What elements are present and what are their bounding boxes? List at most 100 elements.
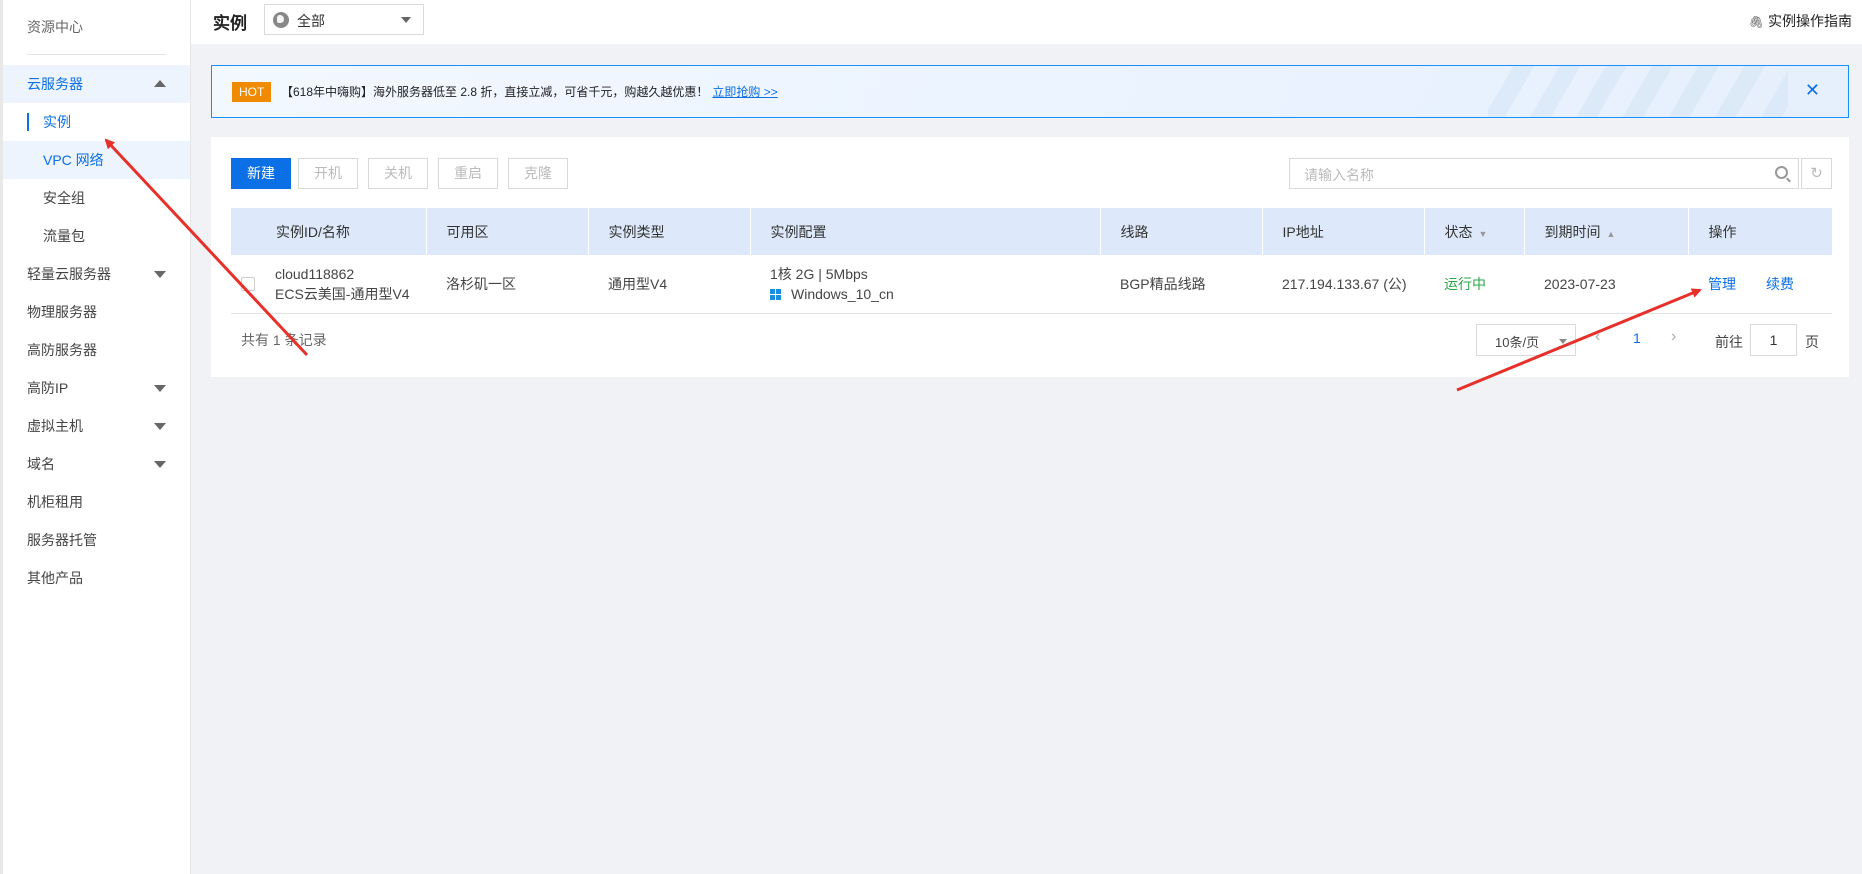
- sidebar: 资源中心 云服务器 实例 VPC 网络 安全组 流量包 轻量云服务器 物理服务器…: [0, 0, 191, 874]
- chevron-up-icon: [154, 80, 166, 87]
- sidebar-header[interactable]: 资源中心: [3, 0, 190, 54]
- manage-link[interactable]: 管理: [1708, 276, 1736, 292]
- restart-button[interactable]: 重启: [438, 158, 498, 189]
- sidebar-item-label: 流量包: [43, 228, 85, 244]
- prev-page-icon[interactable]: ‹: [1595, 328, 1600, 346]
- sidebar-item-server-hosting[interactable]: 服务器托管: [3, 521, 190, 559]
- goto-suffix: 页: [1805, 334, 1819, 350]
- chevron-down-icon: [1559, 339, 1567, 344]
- close-icon[interactable]: ✕: [1805, 80, 1820, 100]
- column-header: 实例类型: [588, 208, 751, 255]
- sidebar-item-vpc[interactable]: VPC 网络: [3, 141, 190, 179]
- instance-id: cloud118862: [275, 265, 355, 282]
- sidebar-item-label: 实例: [43, 114, 71, 130]
- sidebar-item-label: 安全组: [43, 190, 85, 206]
- sidebar-item-label: 机柜租用: [27, 494, 83, 510]
- filter-caret-icon[interactable]: ▼: [1479, 229, 1488, 239]
- refresh-button[interactable]: ↻: [1801, 158, 1832, 189]
- promo-link[interactable]: 立即抢购 >>: [712, 85, 777, 99]
- instance-name: ECS云美国-通用型V4: [275, 285, 410, 302]
- sidebar-item-traffic-package[interactable]: 流量包: [3, 217, 190, 255]
- column-header: 操作: [1708, 223, 1737, 240]
- chevron-down-icon: [154, 385, 166, 392]
- sidebar-item-cabinet-rental[interactable]: 机柜租用: [3, 483, 190, 521]
- sidebar-item-label: 服务器托管: [27, 532, 97, 548]
- page-size-value: 10条/页: [1495, 335, 1540, 350]
- chevron-down-icon: [154, 271, 166, 278]
- renew-link[interactable]: 续费: [1766, 276, 1794, 292]
- goto-label: 前往: [1715, 334, 1743, 350]
- sidebar-item-ddos-server[interactable]: 高防服务器: [3, 331, 190, 369]
- promo-banner: HOT 【618年中嗨购】海外服务器低至 2.8 折，直接立减，可省千元，购越久…: [211, 65, 1849, 118]
- chevron-down-icon: [154, 423, 166, 430]
- refresh-icon: ↻: [1810, 165, 1823, 182]
- sidebar-item-label: 域名: [27, 456, 55, 472]
- sidebar-item-label: 其他产品: [27, 570, 83, 586]
- search-placeholder: 请输入名称: [1304, 167, 1374, 183]
- sidebar-item-label: 物理服务器: [27, 304, 97, 320]
- status-badge: 运行中: [1444, 275, 1486, 292]
- promo-decoration: [1488, 66, 1788, 117]
- page-title: 实例: [213, 14, 247, 33]
- sidebar-item-physical-server[interactable]: 物理服务器: [3, 293, 190, 331]
- table-row: cloud118862 ECS云美国-通用型V4 洛杉矶一区 通用型V4 1核 …: [231, 255, 1832, 313]
- chevron-down-icon: [401, 17, 411, 23]
- stop-button[interactable]: 关机: [368, 158, 428, 189]
- sidebar-item-label: 云服务器: [27, 76, 83, 92]
- column-header-label: 到期时间: [1544, 223, 1601, 240]
- sidebar-item-label: 轻量云服务器: [27, 266, 111, 282]
- clone-button[interactable]: 克隆: [508, 158, 568, 189]
- instance-ip: 217.194.133.67 (公): [1282, 275, 1407, 292]
- windows-icon: [770, 288, 781, 300]
- start-button[interactable]: 开机: [298, 158, 358, 189]
- sidebar-item-cloud-server[interactable]: 云服务器: [3, 65, 190, 103]
- guide-link-label: 实例操作指南: [1768, 13, 1852, 29]
- sidebar-item-ddos-ip[interactable]: 高防IP: [3, 369, 190, 407]
- column-header-status[interactable]: 状态 ▼: [1424, 208, 1525, 255]
- column-header: 可用区: [426, 208, 589, 255]
- promo-text: 【618年中嗨购】海外服务器低至 2.8 折，直接立减，可省千元，购越久越优惠！…: [281, 82, 778, 102]
- chevron-down-icon: [154, 461, 166, 468]
- sidebar-item-label: 高防服务器: [27, 342, 97, 358]
- top-bar: 实例 全部 🖇 实例操作指南: [191, 0, 1862, 44]
- sidebar-item-virtual-host[interactable]: 虚拟主机: [3, 407, 190, 445]
- column-header: 实例配置: [750, 208, 1101, 255]
- search-icon[interactable]: [1775, 166, 1788, 179]
- instance-table: 实例ID/名称 可用区 实例类型 实例配置 线路 IP地址 状态 ▼ 到期时间 ▲ …: [231, 208, 1832, 314]
- column-header-label: 状态: [1444, 223, 1473, 240]
- sidebar-divider: [27, 54, 166, 55]
- sidebar-item-domain[interactable]: 域名: [3, 445, 190, 483]
- promo-message: 【618年中嗨购】海外服务器低至 2.8 折，直接立减，可省千元，购越久越优惠！: [281, 85, 709, 99]
- sidebar-item-label: 虚拟主机: [27, 418, 83, 434]
- next-page-icon[interactable]: ›: [1671, 328, 1676, 346]
- instance-line: BGP精品线路: [1120, 275, 1206, 292]
- sidebar-item-label: VPC 网络: [43, 152, 104, 168]
- sidebar-item-label: 高防IP: [27, 380, 69, 396]
- paperclip-icon: 🖇: [1748, 15, 1764, 29]
- new-button[interactable]: 新建: [231, 158, 291, 189]
- column-header: 线路: [1100, 208, 1263, 255]
- column-header-expire[interactable]: 到期时间 ▲: [1524, 208, 1689, 255]
- sidebar-item-other-products[interactable]: 其他产品: [3, 559, 190, 597]
- globe-icon: [273, 12, 289, 28]
- instance-expire: 2023-07-23: [1544, 275, 1616, 292]
- sidebar-item-security-group[interactable]: 安全组: [3, 179, 190, 217]
- instance-type: 通用型V4: [608, 275, 668, 292]
- region-select-value: 全部: [297, 13, 325, 29]
- sidebar-item-lightweight-server[interactable]: 轻量云服务器: [3, 255, 190, 293]
- guide-link[interactable]: 🖇 实例操作指南: [1749, 11, 1852, 31]
- hot-badge: HOT: [232, 82, 272, 102]
- instance-config: 1核 2G | 5Mbps: [770, 265, 868, 282]
- search-input[interactable]: 请输入名称: [1289, 158, 1799, 189]
- total-records: 共有 1 条记录: [241, 332, 327, 348]
- table-header-row: 实例ID/名称 可用区 实例类型 实例配置 线路 IP地址 状态 ▼ 到期时间 ▲ …: [231, 208, 1832, 255]
- page-size-select[interactable]: 10条/页: [1476, 324, 1576, 356]
- page-number[interactable]: 1: [1633, 330, 1641, 346]
- region-select[interactable]: 全部: [264, 4, 424, 35]
- instance-card: 新建 开机 关机 重启 克隆 请输入名称 ↻ 实例ID/名称 可用区 实例类型 …: [211, 137, 1849, 377]
- column-header: IP地址: [1262, 208, 1425, 255]
- goto-page-input[interactable]: 1: [1750, 324, 1797, 356]
- row-checkbox[interactable]: [241, 276, 255, 291]
- sort-icon[interactable]: ▲: [1607, 229, 1616, 239]
- sidebar-item-instances[interactable]: 实例: [3, 103, 190, 141]
